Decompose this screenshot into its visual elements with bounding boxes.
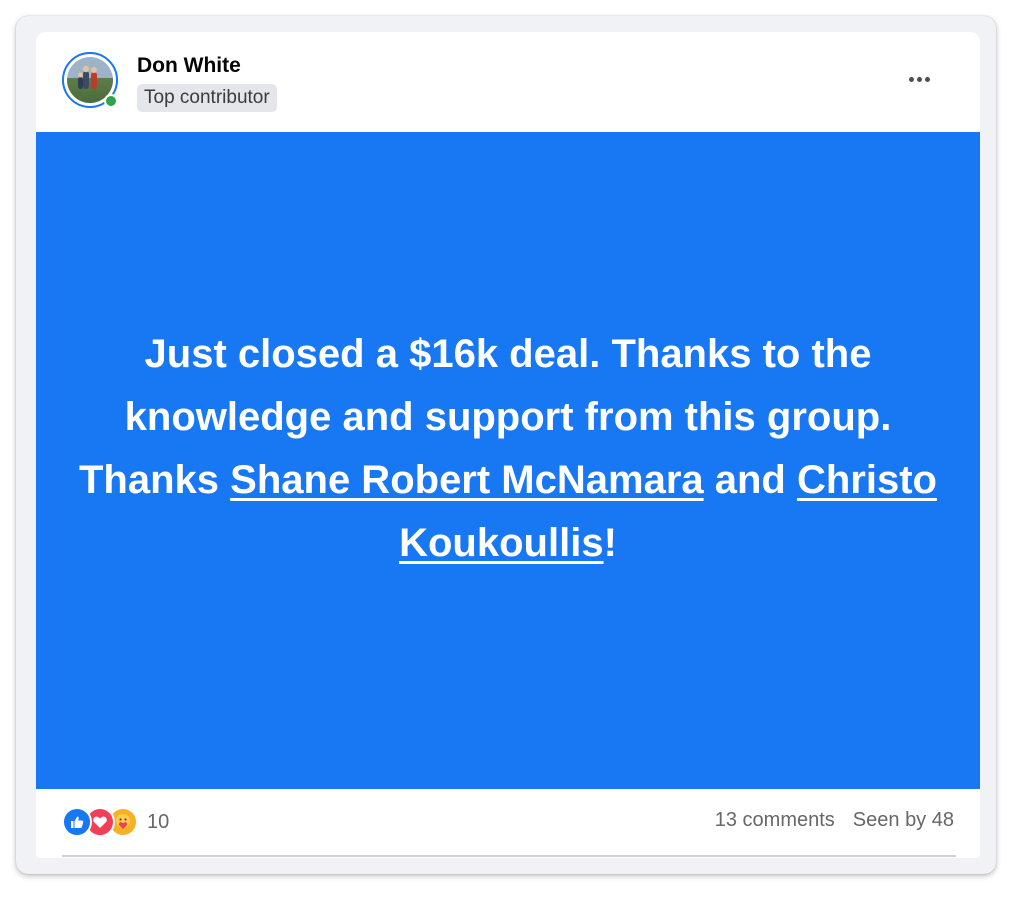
more-options-button[interactable] bbox=[898, 58, 940, 100]
post-text-part: and bbox=[703, 457, 797, 502]
post-text: Just closed a $16k deal. Thanks to the k… bbox=[78, 323, 938, 575]
post-text-part: ! bbox=[603, 520, 617, 565]
more-dot-icon bbox=[908, 76, 914, 82]
post-stats: 13 comments Seen by 48 bbox=[715, 809, 954, 832]
online-status-indicator bbox=[104, 94, 118, 108]
seen-by-count[interactable]: Seen by 48 bbox=[853, 809, 954, 831]
like-icon bbox=[62, 807, 92, 837]
post-card: Don White Top contributor Just closed a … bbox=[36, 32, 980, 858]
post-container: Don White Top contributor Just closed a … bbox=[16, 16, 996, 874]
comments-count-link[interactable]: 13 comments bbox=[715, 809, 835, 831]
post-footer: 10 13 comments Seen by 48 bbox=[36, 789, 980, 858]
top-contributor-badge: Top contributor bbox=[137, 84, 277, 112]
author-name[interactable]: Don White bbox=[137, 54, 241, 78]
post-content-background: Just closed a $16k deal. Thanks to the k… bbox=[36, 132, 980, 789]
reactions-summary[interactable]: 10 bbox=[62, 807, 169, 837]
post-header: Don White Top contributor bbox=[36, 32, 980, 132]
reaction-count[interactable]: 10 bbox=[147, 811, 169, 834]
mention-link[interactable]: Shane Robert McNamara bbox=[230, 458, 703, 502]
footer-divider bbox=[62, 855, 956, 857]
more-dot-icon bbox=[924, 76, 930, 82]
more-dot-icon bbox=[916, 76, 922, 82]
author-avatar[interactable] bbox=[62, 52, 118, 108]
